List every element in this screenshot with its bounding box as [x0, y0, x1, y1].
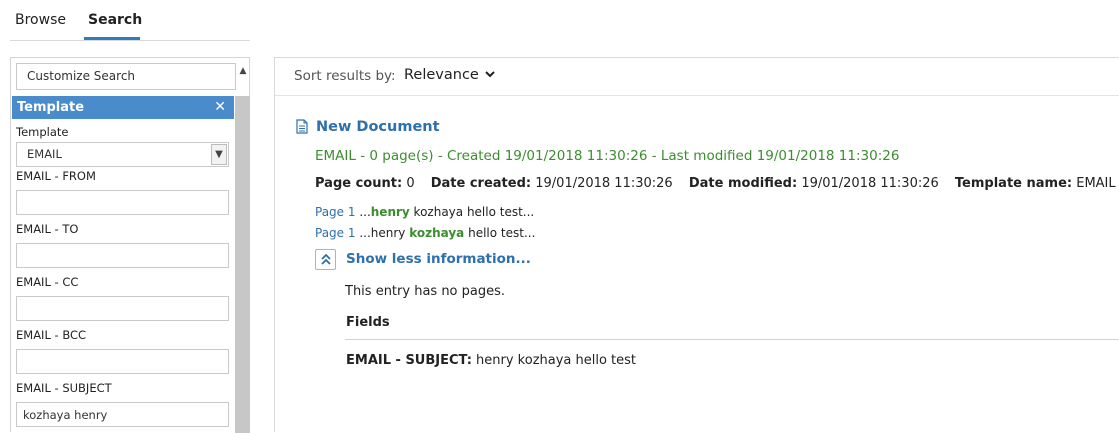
- double-chevron-up-icon[interactable]: [315, 249, 336, 270]
- field-entry-name: EMAIL - SUBJECT:: [346, 353, 472, 368]
- fields-heading: Fields: [346, 315, 390, 330]
- hit-highlight: kozhaya: [409, 226, 465, 240]
- prop-template-name: Template name: EMAIL: [954, 176, 1116, 191]
- panel-scrollbar[interactable]: [235, 96, 250, 433]
- chevron-down-icon[interactable]: ▼: [211, 144, 227, 165]
- customize-search-dropdown[interactable]: Customize Search: [16, 63, 236, 90]
- document-icon: [296, 119, 308, 134]
- document-properties: Page count: 0 Date created: 19/01/2018 1…: [315, 176, 1119, 191]
- top-tabs: Browse Search: [10, 0, 250, 41]
- close-icon[interactable]: ✕: [214, 96, 226, 119]
- field-entry-value: henry kozhaya hello test: [471, 353, 637, 368]
- search-panel: Customize Search ▲ Template ✕ Template E…: [10, 57, 250, 433]
- prop-page-count: Page count: 0: [315, 176, 415, 191]
- scroll-up-icon[interactable]: ▲: [237, 63, 249, 79]
- template-select-value: EMAIL: [27, 147, 62, 161]
- email-cc-input[interactable]: [16, 296, 229, 321]
- hit-highlight: henry: [370, 205, 410, 219]
- sort-bar: Sort results by: Relevance: [275, 58, 1119, 96]
- email-subject-label: EMAIL - SUBJECT: [16, 381, 112, 395]
- email-bcc-input[interactable]: [16, 349, 229, 374]
- tab-browse[interactable]: Browse: [15, 12, 66, 28]
- prop-date-modified: Date modified: 19/01/2018 11:30:26: [688, 176, 939, 191]
- email-from-input[interactable]: [16, 190, 229, 215]
- template-field-label: Template: [16, 125, 69, 139]
- sort-dropdown[interactable]: Relevance: [404, 67, 495, 83]
- sort-value: Relevance: [404, 67, 479, 83]
- fields-divider: [345, 339, 1119, 340]
- email-bcc-label: EMAIL - BCC: [16, 328, 87, 342]
- email-to-input[interactable]: [16, 243, 229, 268]
- email-from-label: EMAIL - FROM: [16, 169, 96, 183]
- email-to-label: EMAIL - TO: [16, 222, 79, 236]
- email-cc-label: EMAIL - CC: [16, 275, 79, 289]
- results-panel: Sort results by: Relevance New Document …: [274, 57, 1119, 432]
- email-subject-input[interactable]: [16, 402, 229, 427]
- show-less-link[interactable]: Show less information...: [346, 251, 531, 267]
- template-section-title: Template: [17, 100, 85, 115]
- active-tab-indicator: [84, 37, 140, 40]
- template-section-header: Template ✕: [12, 96, 234, 119]
- chevron-down-icon: [485, 70, 495, 81]
- template-select[interactable]: EMAIL ▼: [16, 142, 229, 167]
- hit-snippet: Page 1 ...henry kozhaya hello test...: [315, 226, 536, 240]
- hit-page-link[interactable]: Page 1: [315, 226, 356, 240]
- field-entry: EMAIL - SUBJECT: henry kozhaya hello tes…: [346, 353, 636, 368]
- hit-page-link[interactable]: Page 1: [315, 205, 356, 219]
- document-meta: EMAIL - 0 page(s) - Created 19/01/2018 1…: [315, 148, 900, 164]
- prop-date-created: Date created: 19/01/2018 11:30:26: [430, 176, 673, 191]
- tab-search[interactable]: Search: [88, 12, 142, 28]
- sort-label: Sort results by:: [294, 68, 396, 84]
- hit-snippet: Page 1 ...henry kozhaya hello test...: [315, 205, 535, 219]
- no-pages-message: This entry has no pages.: [345, 284, 506, 299]
- document-title-link[interactable]: New Document: [316, 119, 440, 135]
